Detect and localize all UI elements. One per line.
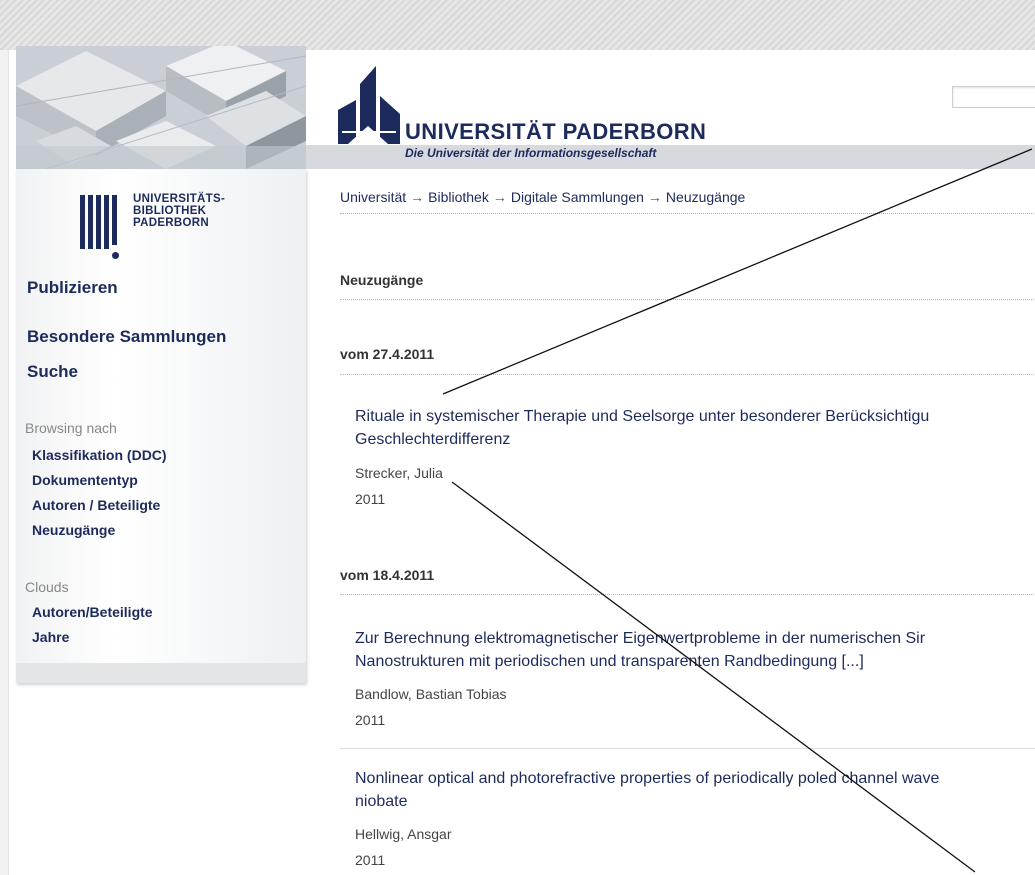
page-title: Neuzugänge [340, 272, 424, 288]
library-logo-line: BIBLIOTHEK [133, 205, 207, 217]
breadcrumb: Universität → Bibliothek → Digitale Sammlung… [340, 189, 1035, 214]
divider [340, 299, 1035, 300]
breadcrumb-separator: → [647, 189, 662, 205]
record-author: Hellwig, Ansgar [355, 826, 452, 842]
university-tagline: Die Universität der Informationsgesellsc… [405, 146, 657, 160]
university-name[interactable]: UNIVERSITÄT PADERBORN [405, 119, 706, 145]
record-title-line: niobate [355, 793, 408, 810]
breadcrumb-universitaet[interactable]: Universität [340, 189, 406, 205]
sidebar-footer [16, 663, 306, 683]
record-separator [340, 748, 1035, 749]
record-author: Bandlow, Bastian Tobias [355, 686, 507, 702]
record-title-line: Nonlinear optical and photorefractive pr… [355, 770, 940, 787]
record-title-link[interactable]: Zur Berechnung elektromagnetischer Eigen… [355, 627, 925, 673]
record-title-line: Nanostrukturen mit periodischen und tran… [355, 653, 864, 670]
nav-besondere-sammlungen[interactable]: Besondere Sammlungen [27, 327, 226, 347]
breadcrumb-bibliothek[interactable]: Bibliothek [428, 189, 489, 205]
record-title-line: Geschlechterdifferenz [355, 431, 511, 448]
annotation-line [451, 481, 976, 873]
divider [340, 594, 1035, 595]
library-logo-line: UNIVERSITÄTS- [133, 193, 226, 205]
record-title-line: Rituale in systemischer Therapie und See… [355, 408, 930, 425]
browse-caption: Browsing nach [25, 420, 117, 436]
nav-suche[interactable]: Suche [27, 362, 78, 382]
record-year: 2011 [355, 852, 386, 868]
browse-item-klassifikation[interactable]: Klassifikation (DDC) [32, 447, 167, 463]
top-texture-strip [0, 0, 1035, 50]
breadcrumb-neuzugaenge: Neuzugänge [665, 189, 746, 205]
date-group-heading: vom 18.4.2011 [340, 567, 435, 583]
clouds-caption: Clouds [25, 579, 69, 595]
university-logo-icon[interactable] [338, 66, 402, 151]
breadcrumb-separator: → [410, 189, 425, 205]
browse-item-dokumententyp[interactable]: Dokumententyp [32, 472, 138, 488]
breadcrumb-digitale-sammlungen[interactable]: Digitale Sammlungen [511, 189, 644, 205]
library-logo[interactable]: UNIVERSITÄTS- BIBLIOTHEK PADERBORN [80, 193, 260, 261]
cloud-item-jahre[interactable]: Jahre [32, 629, 69, 645]
breadcrumb-separator: → [492, 189, 507, 205]
record-title-link[interactable]: Nonlinear optical and photorefractive pr… [355, 767, 939, 813]
date-group-heading: vom 27.4.2011 [340, 346, 435, 362]
divider [340, 374, 1035, 375]
cloud-item-autoren[interactable]: Autoren/Beteiligte [32, 604, 153, 620]
library-logo-text: UNIVERSITÄTS- BIBLIOTHEK PADERBORN [133, 193, 225, 229]
record-title-link[interactable]: Rituale in systemischer Therapie und See… [355, 405, 929, 451]
annotation-line [442, 148, 1033, 395]
record-author: Strecker, Julia [355, 465, 443, 481]
browse-item-neuzugaenge[interactable]: Neuzugänge [32, 522, 115, 538]
library-logo-line: PADERBORN [133, 217, 209, 229]
record-title-line: Zur Berechnung elektromagnetischer Eigen… [355, 630, 926, 647]
record-year: 2011 [355, 491, 386, 507]
page-left-edge [0, 50, 9, 875]
nav-publizieren[interactable]: Publizieren [27, 278, 118, 298]
browse-item-autoren[interactable]: Autoren / Beteiligte [32, 497, 160, 513]
search-input[interactable] [952, 86, 1035, 108]
record-year: 2011 [355, 712, 386, 728]
campus-illustration [16, 46, 306, 169]
left-sidebar: UNIVERSITÄTS- BIBLIOTHEK PADERBORN Publi… [16, 169, 306, 683]
